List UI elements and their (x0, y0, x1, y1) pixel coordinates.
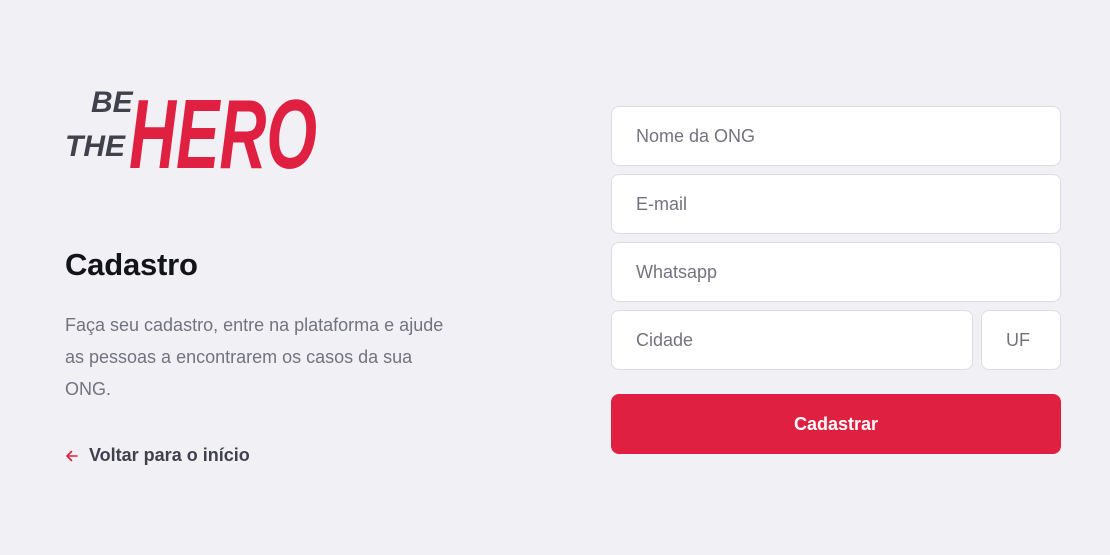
city-input[interactable] (611, 310, 973, 370)
logo-text-the: THE (65, 130, 126, 163)
back-link-label: Voltar para o início (89, 445, 250, 466)
uf-input[interactable] (981, 310, 1061, 370)
page-description: Faça seu cadastro, entre na plataforma e… (65, 315, 444, 400)
logo-text-hero: HERO (129, 79, 317, 178)
logo-text-be: BE (91, 86, 134, 119)
email-input[interactable] (611, 174, 1061, 234)
back-to-home-link[interactable]: Voltar para o início (65, 445, 465, 466)
page-title: Cadastro (65, 247, 198, 282)
be-the-hero-logo: BE THE HERO (65, 79, 317, 178)
city-uf-row (611, 310, 1061, 378)
register-page: BE THE HERO Cadastro Faça seu cadastro, … (0, 0, 1110, 555)
register-button[interactable]: Cadastrar (611, 394, 1061, 454)
ong-name-input[interactable] (611, 106, 1061, 166)
register-form: Cadastrar (611, 106, 1061, 454)
arrow-left-icon (66, 450, 78, 461)
intro-section: BE THE HERO Cadastro Faça seu cadastro, … (65, 70, 465, 466)
whatsapp-input[interactable] (611, 242, 1061, 302)
